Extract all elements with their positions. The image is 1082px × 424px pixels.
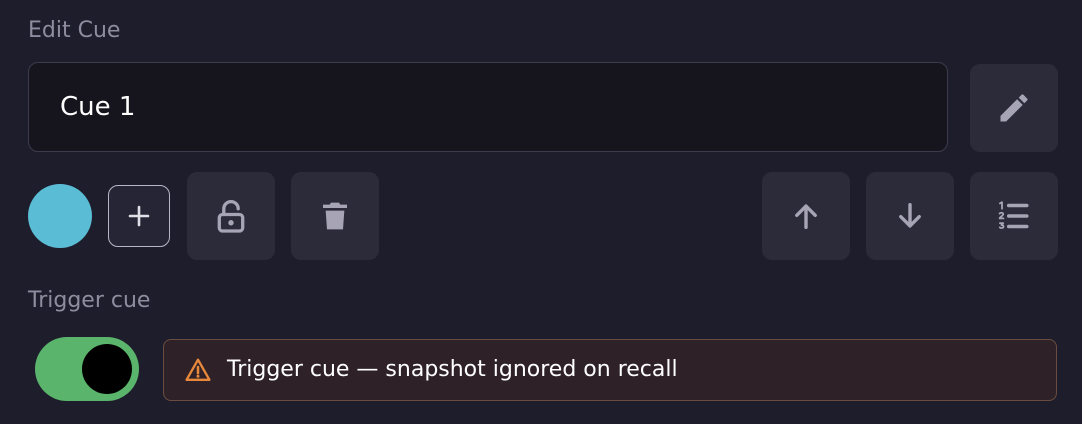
lock-button[interactable] (187, 172, 275, 260)
trigger-cue-label: Trigger cue (28, 288, 151, 313)
cue-name-input[interactable] (28, 62, 948, 152)
numbered-list-button[interactable] (970, 172, 1058, 260)
unlock-icon (217, 200, 245, 233)
add-button[interactable] (108, 185, 170, 247)
arrow-up-icon (795, 204, 817, 230)
trigger-cue-toggle[interactable] (35, 337, 139, 401)
cue-color-swatch[interactable] (28, 184, 92, 248)
warning-banner: Trigger cue — snapshot ignored on recall (163, 339, 1057, 401)
move-down-button[interactable] (866, 172, 954, 260)
delete-button[interactable] (291, 172, 379, 260)
trash-icon (323, 202, 347, 230)
move-up-button[interactable] (762, 172, 850, 260)
toggle-knob (82, 344, 132, 394)
rename-button[interactable] (970, 64, 1058, 152)
arrow-down-icon (899, 202, 921, 228)
warning-text: Trigger cue — snapshot ignored on recall (227, 357, 678, 382)
warning-triangle-icon (185, 358, 211, 381)
pencil-icon (1000, 94, 1028, 122)
plus-icon (128, 205, 150, 227)
numbered-list-icon (998, 201, 1029, 229)
edit-cue-label: Edit Cue (28, 18, 121, 43)
